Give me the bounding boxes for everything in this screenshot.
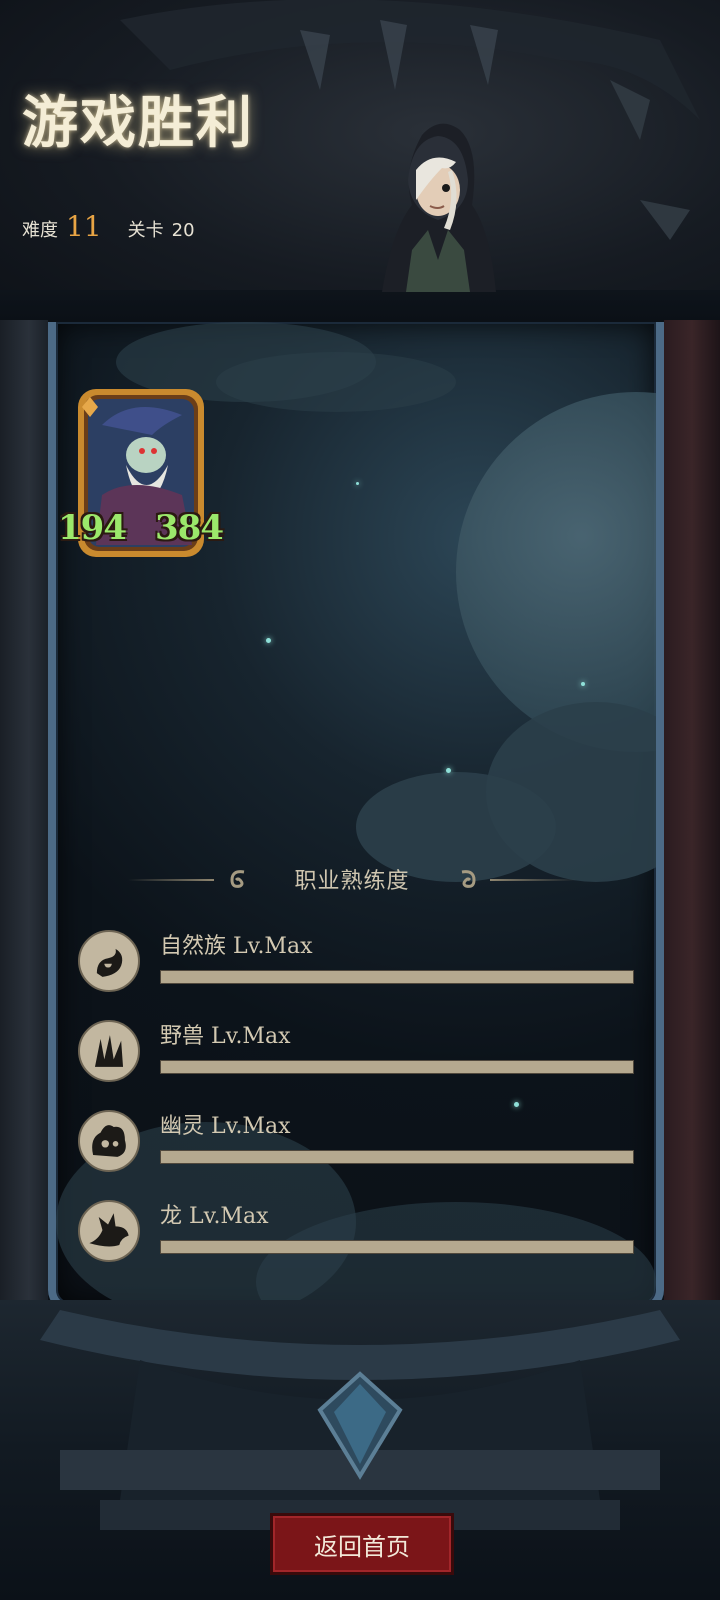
moon	[456, 392, 656, 752]
star	[266, 638, 271, 643]
proficiency-bar	[160, 1240, 634, 1254]
attack-value: 194	[58, 508, 127, 548]
proficiency-fill	[161, 1061, 633, 1073]
class-name: 野兽	[160, 1024, 205, 1049]
proficiency-fill	[161, 1241, 633, 1253]
stage-label: 关卡	[127, 220, 164, 241]
class-level: Lv.Max	[233, 934, 313, 959]
hero-portrait	[382, 123, 496, 292]
class-level: Lv.Max	[189, 1204, 269, 1229]
star	[356, 482, 359, 485]
ghost-flame-icon	[78, 1110, 140, 1172]
proficiency-bar	[160, 970, 634, 984]
dragon-head-icon	[78, 1200, 140, 1262]
proficiency-bar	[160, 1060, 634, 1074]
stage-value: 20	[171, 220, 195, 241]
header-band	[0, 0, 720, 330]
swirl-left-icon	[230, 870, 245, 888]
beast-claw-icon	[78, 1020, 140, 1082]
difficulty-label: 难度	[22, 220, 58, 241]
victory-title: 游戏胜利	[22, 91, 254, 156]
class-level: Lv.Max	[211, 1024, 291, 1049]
class-name: 幽灵	[160, 1114, 205, 1139]
proficiency-fill	[161, 1151, 633, 1163]
proficiency-row: 野兽 Lv.Max	[78, 1018, 634, 1088]
left-pillar	[0, 320, 48, 1380]
health-value: 384	[155, 508, 224, 548]
nature-tribe-icon	[78, 930, 140, 992]
proficiency-label: 自然族 Lv.Max	[160, 928, 313, 960]
star	[446, 768, 451, 773]
class-name: 龙	[160, 1204, 183, 1229]
divider-left	[128, 879, 214, 881]
class-name: 自然族	[160, 934, 227, 959]
proficiency-row: 自然族 Lv.Max	[78, 928, 634, 998]
proficiency-label: 幽灵 Lv.Max	[160, 1108, 291, 1140]
divider-right	[490, 879, 576, 881]
proficiency-label: 野兽 Lv.Max	[160, 1018, 291, 1050]
proficiency-row: 龙 Lv.Max	[78, 1198, 634, 1268]
right-pillar	[664, 320, 720, 1380]
crystal-ornament	[317, 1371, 403, 1480]
swirl-right-icon	[461, 870, 476, 888]
proficiency-fill	[161, 971, 633, 983]
run-info: 难度 11 关卡 20	[22, 210, 195, 243]
return-home-button[interactable]: 返回首页	[270, 1513, 454, 1575]
proficiency-title: 职业熟练度	[294, 869, 410, 894]
proficiency-bar	[160, 1150, 634, 1164]
class-level: Lv.Max	[211, 1114, 291, 1139]
proficiency-header: 职业熟练度	[128, 860, 576, 898]
star	[514, 1102, 519, 1107]
proficiency-row: 幽灵 Lv.Max	[78, 1108, 634, 1178]
cloud	[216, 352, 456, 412]
star	[581, 682, 585, 686]
difficulty-value: 11	[66, 210, 102, 243]
proficiency-label: 龙 Lv.Max	[160, 1198, 269, 1230]
